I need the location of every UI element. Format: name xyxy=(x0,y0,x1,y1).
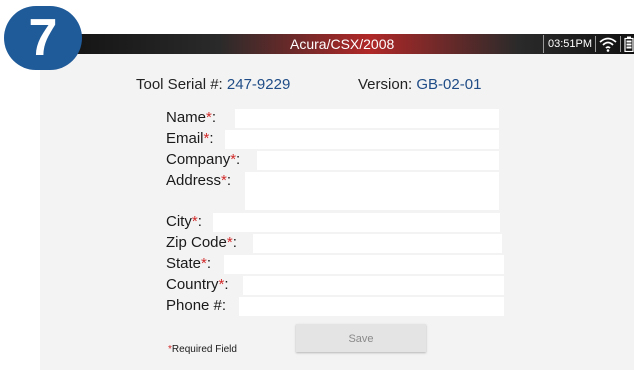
label-colon: : xyxy=(224,276,229,293)
address-label-text: Address xyxy=(166,172,222,189)
save-button[interactable]: Save xyxy=(296,324,426,352)
label-colon: : xyxy=(236,151,241,168)
label-colon: : xyxy=(232,234,237,251)
phone-label-text: Phone # xyxy=(166,297,222,314)
status-divider xyxy=(595,36,596,52)
address-field[interactable] xyxy=(245,172,499,210)
email-label-text: Email xyxy=(166,130,204,147)
email-field[interactable] xyxy=(225,130,499,149)
label-colon: : xyxy=(211,109,217,126)
step-number: 7 xyxy=(28,9,58,67)
country-field[interactable] xyxy=(243,276,504,295)
city-label-text: City xyxy=(166,213,192,230)
state-label-text: State xyxy=(166,255,202,272)
email-label: Email*: xyxy=(166,130,214,148)
label-colon: : xyxy=(209,130,214,147)
company-label-text: Company xyxy=(166,151,231,168)
registration-panel: Tool Serial #: 247-9229 Version: GB-02-0… xyxy=(40,54,634,370)
country-label: Country*: xyxy=(166,276,229,294)
state-field[interactable] xyxy=(224,255,504,274)
device-titlebar: Acura/CSX/2008 03:51PM xyxy=(40,34,634,54)
status-area: 03:51PM xyxy=(542,34,634,54)
phone-label: Phone #: xyxy=(166,297,226,315)
tool-serial-label: Tool Serial #: xyxy=(136,76,227,93)
label-colon: : xyxy=(206,255,212,272)
zip-code-field[interactable] xyxy=(253,234,502,253)
tool-serial-value: 247-9229 xyxy=(226,76,291,93)
tool-version-value: GB-02-01 xyxy=(416,76,482,93)
label-colon: : xyxy=(197,213,202,230)
battery-icon xyxy=(624,36,634,52)
company-field[interactable] xyxy=(257,151,499,170)
name-label: Name*: xyxy=(166,109,216,127)
zip-code-label-text: Zip Code xyxy=(166,234,227,251)
city-field[interactable] xyxy=(213,213,500,232)
tool-version: Version: GB-02-01 xyxy=(358,76,481,94)
tool-version-label: Version: xyxy=(358,76,417,93)
status-divider-2 xyxy=(620,36,621,52)
required-field-note: *Required Field xyxy=(168,344,237,356)
name-label-text: Name xyxy=(166,109,207,126)
tool-serial: Tool Serial #: 247-9229 xyxy=(136,76,290,94)
state-label: State*: xyxy=(166,255,211,273)
phone-field[interactable] xyxy=(239,297,504,316)
city-label: City*: xyxy=(166,213,202,231)
vehicle-title: Acura/CSX/2008 xyxy=(290,36,395,52)
required-note-text: Required Field xyxy=(171,344,237,355)
label-colon: : xyxy=(221,297,227,314)
wifi-icon xyxy=(599,37,617,52)
zip-code-label: Zip Code*: xyxy=(166,234,237,252)
label-colon: : xyxy=(226,172,232,189)
screen: 7 Acura/CSX/2008 03:51PM Tool Serial #: … xyxy=(0,0,634,370)
name-field[interactable] xyxy=(235,109,499,128)
address-label: Address*: xyxy=(166,172,231,190)
step-badge: 7 xyxy=(4,6,82,70)
country-label-text: Country xyxy=(166,276,219,293)
status-time: 03:51PM xyxy=(542,35,592,53)
company-label: Company*: xyxy=(166,151,240,169)
